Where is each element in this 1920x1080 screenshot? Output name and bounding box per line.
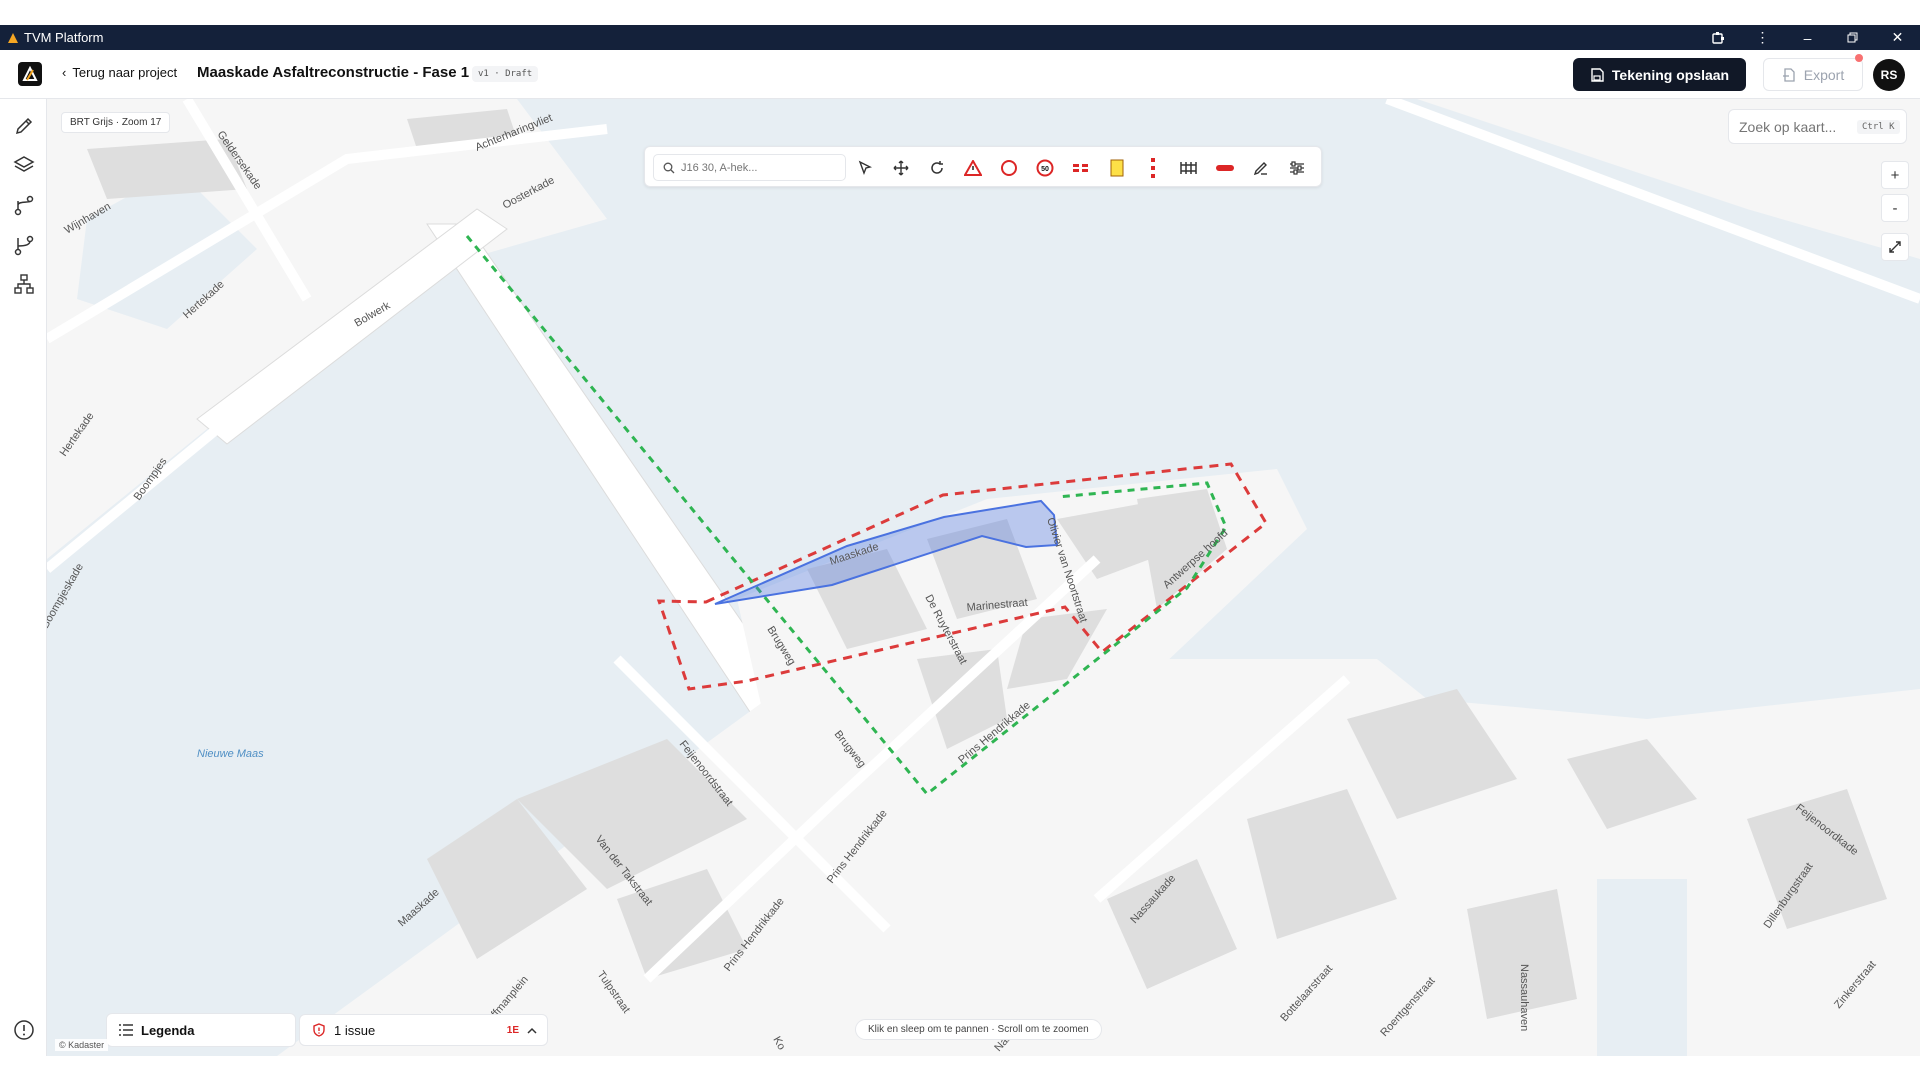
- save-icon: [1591, 67, 1604, 82]
- map-search[interactable]: Ctrl K: [1728, 109, 1907, 144]
- save-label: Tekening opslaan: [1611, 66, 1730, 83]
- route-alt-icon[interactable]: [11, 232, 37, 258]
- street-label: Maaskade: [396, 886, 442, 929]
- logo-icon[interactable]: [18, 62, 42, 86]
- map-search-input[interactable]: [1739, 118, 1857, 135]
- search-icon: [663, 162, 675, 173]
- list-icon: [119, 1024, 133, 1036]
- tool-sidebar: [0, 99, 47, 1056]
- basemap-label[interactable]: BRT Grijs · Zoom 17: [61, 112, 171, 133]
- hierarchy-icon[interactable]: [11, 271, 37, 297]
- zoom-in-button[interactable]: +: [1881, 161, 1909, 189]
- minimize-icon[interactable]: –: [1785, 25, 1830, 50]
- zoom-out-button[interactable]: -: [1881, 194, 1909, 222]
- circle-sign-icon[interactable]: [997, 156, 1021, 180]
- symbol-search[interactable]: [653, 154, 846, 181]
- issues-count: 1E: [506, 1024, 519, 1036]
- extension-icon[interactable]: [1695, 25, 1740, 50]
- chevron-up-icon: [527, 1023, 537, 1038]
- legend-button[interactable]: Legenda: [106, 1013, 296, 1047]
- water-label: Nieuwe Maas: [197, 748, 264, 760]
- fullscreen-icon[interactable]: [1881, 233, 1909, 261]
- pencil-icon[interactable]: [11, 113, 37, 139]
- info-icon[interactable]: [12, 1018, 36, 1042]
- street-label: Nassauhaven: [1518, 964, 1530, 1031]
- window-title: TVM Platform: [24, 30, 104, 45]
- issues-button[interactable]: 1 issue 1E: [299, 1014, 548, 1046]
- back-to-project-link[interactable]: ‹ Terug naar project: [62, 65, 177, 80]
- rotate-icon[interactable]: [925, 156, 949, 180]
- save-drawing-button[interactable]: Tekening opslaan: [1573, 58, 1746, 91]
- street-label: Boompjeskade: [47, 561, 86, 630]
- red-bar-icon[interactable]: [1213, 156, 1237, 180]
- barrier-dashed-icon[interactable]: [1069, 156, 1093, 180]
- issues-label: 1 issue: [334, 1022, 376, 1038]
- layers-icon[interactable]: [11, 152, 37, 178]
- shield-alert-icon: [313, 1023, 325, 1037]
- back-label: Terug naar project: [72, 65, 178, 80]
- kebab-menu-icon[interactable]: ⋮: [1740, 25, 1785, 50]
- speed-50-icon[interactable]: 50: [1033, 156, 1057, 180]
- export-icon: [1782, 67, 1795, 82]
- export-button[interactable]: Export: [1763, 58, 1863, 91]
- basemap: Geldersekade Achterharingvliet Oosterkad…: [47, 99, 1920, 1056]
- page-title: Maaskade Asfaltreconstructie - Fase 1: [197, 64, 470, 81]
- map-hint: Klik en sleep om te pannen · Scroll om t…: [855, 1019, 1102, 1040]
- pen-icon[interactable]: [1249, 156, 1273, 180]
- map-canvas[interactable]: Geldersekade Achterharingvliet Oosterkad…: [47, 99, 1920, 1056]
- symbol-search-input[interactable]: [681, 161, 831, 174]
- legend-label: Legenda: [141, 1022, 195, 1038]
- svg-text:50: 50: [1041, 166, 1049, 173]
- window-titlebar: TVM Platform ⋮ – ✕: [0, 25, 1920, 50]
- version-badge: v1 · Draft: [472, 66, 539, 82]
- yellow-box-icon[interactable]: [1105, 156, 1129, 180]
- close-icon[interactable]: ✕: [1875, 25, 1920, 50]
- app-logo-small-icon: [8, 32, 18, 43]
- avatar[interactable]: RS: [1873, 59, 1905, 91]
- map-attribution: © Kadaster: [55, 1039, 109, 1051]
- red-pole-icon[interactable]: [1141, 156, 1165, 180]
- move-icon[interactable]: [889, 156, 913, 180]
- app-header: ‹ Terug naar project Maaskade Asfaltreco…: [0, 50, 1920, 99]
- sliders-icon[interactable]: [1285, 156, 1309, 180]
- restore-icon[interactable]: [1830, 25, 1875, 50]
- warning-sign-icon[interactable]: [961, 156, 985, 180]
- select-icon[interactable]: [853, 156, 877, 180]
- route-icon[interactable]: [11, 192, 37, 218]
- chevron-left-icon: ‹: [62, 65, 67, 80]
- shortcut-hint: Ctrl K: [1857, 119, 1900, 134]
- notification-dot: [1855, 54, 1863, 62]
- fence-icon[interactable]: [1177, 156, 1201, 180]
- drawing-toolbar: 50: [644, 146, 1322, 187]
- water-inlet: [1597, 879, 1687, 1056]
- export-label: Export: [1803, 66, 1845, 83]
